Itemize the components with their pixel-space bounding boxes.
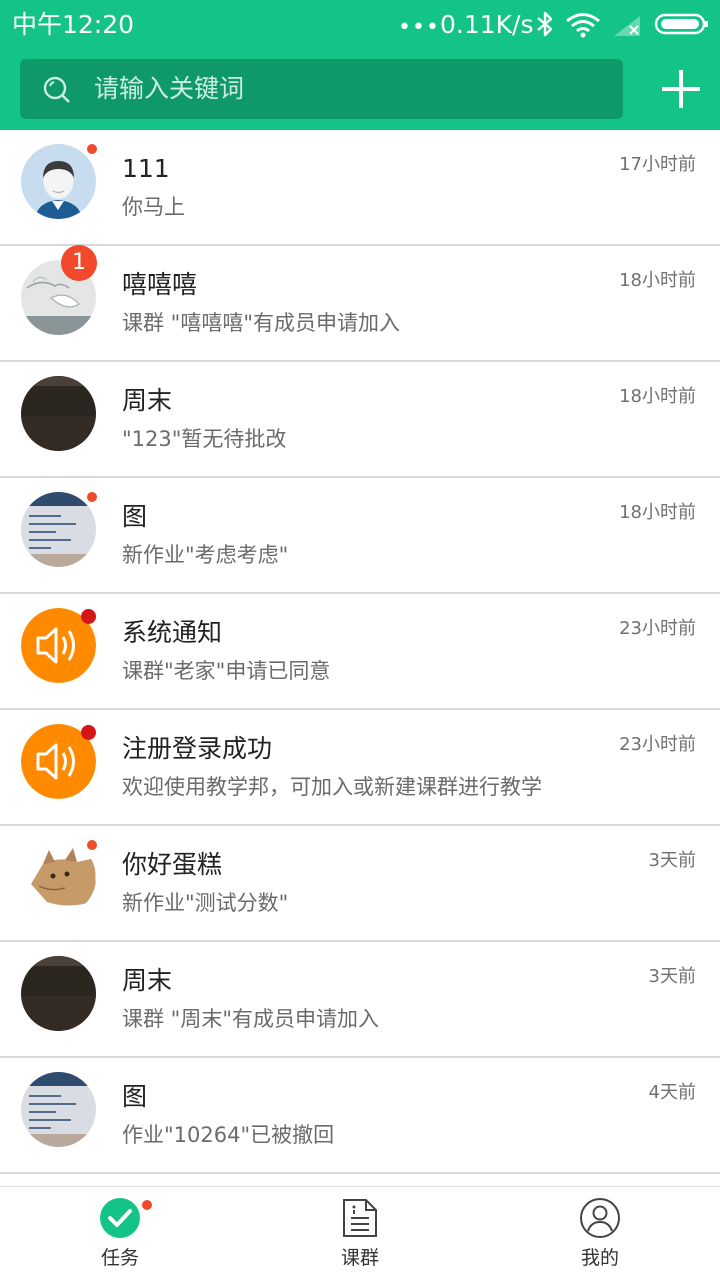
document-icon [343, 1199, 377, 1237]
user-circle-icon [580, 1198, 620, 1238]
conversation-preview: 欢迎使用教学邦，可加入或新建课群进行教学 [122, 775, 542, 799]
conversation-preview: 课群 "嘻嘻嘻"有成员申请加入 [122, 311, 400, 335]
search-input[interactable]: 请输入关键词 [20, 59, 623, 119]
conversation-time: 4天前 [648, 1082, 696, 1103]
app-header: 中午12:20 ••• 0.11K/s 请输入关键词 [0, 0, 720, 130]
unread-dot [87, 840, 97, 850]
bluetooth-icon [537, 11, 553, 37]
unread-dot [87, 144, 97, 154]
unread-count-badge: 1 [61, 245, 97, 281]
add-icon[interactable] [658, 66, 704, 112]
list-item[interactable]: 111 你马上 17小时前 [0, 130, 720, 246]
list-item[interactable]: 你好蛋糕 新作业"测试分数" 3天前 [0, 826, 720, 942]
tab-tasks[interactable]: 任务 [0, 1187, 240, 1280]
dark-photo-avatar [21, 956, 96, 1031]
conversation-preview: 作业"10264"已被撤回 [122, 1123, 335, 1147]
unread-dot [87, 492, 97, 502]
wifi-icon [566, 13, 600, 38]
conversation-preview: "123"暂无待批改 [122, 427, 287, 451]
tab-me[interactable]: 我的 [480, 1187, 720, 1280]
conversation-title: 111 [122, 154, 170, 183]
conversation-preview: 新作业"测试分数" [122, 891, 289, 915]
list-item[interactable]: 周末 "123"暂无待批改 18小时前 [0, 362, 720, 478]
conversation-title: 图 [122, 1082, 148, 1111]
tab-label: 我的 [580, 1247, 619, 1269]
search-icon [43, 76, 70, 103]
conversation-time: 3天前 [648, 966, 696, 987]
battery-icon [654, 13, 708, 35]
status-bar: 中午12:20 ••• 0.11K/s [0, 0, 720, 50]
dark-photo-avatar [21, 376, 96, 451]
search-placeholder: 请输入关键词 [94, 74, 245, 103]
cat-photo-avatar [21, 840, 96, 915]
conversation-title: 你好蛋糕 [122, 850, 223, 879]
conversation-time: 18小时前 [619, 270, 696, 291]
list-item[interactable]: 1 嘻嘻嘻 课群 "嘻嘻嘻"有成员申请加入 18小时前 [0, 245, 720, 362]
conversation-time: 23小时前 [619, 734, 696, 755]
person-avatar [21, 144, 96, 219]
bottom-tab-bar: 任务 课群 我的 [0, 1186, 720, 1280]
list-item[interactable]: 图 新作业"考虑考虑" 18小时前 [0, 478, 720, 594]
conversation-preview: 你马上 [122, 195, 185, 219]
tab-label: 任务 [100, 1247, 139, 1269]
unread-dot [142, 1200, 152, 1210]
list-item[interactable]: 周末 课群 "周末"有成员申请加入 3天前 [0, 942, 720, 1058]
check-circle-icon [100, 1198, 140, 1238]
unread-dot [81, 609, 96, 624]
conversation-title: 周末 [122, 386, 173, 415]
conversation-title: 嘻嘻嘻 [122, 270, 198, 299]
conversation-time: 18小时前 [619, 502, 696, 523]
conversation-preview: 课群"老家"申请已同意 [122, 659, 331, 683]
tab-label: 课群 [340, 1247, 379, 1269]
list-item[interactable]: 系统通知 课群"老家"申请已同意 23小时前 [0, 594, 720, 710]
list-item[interactable]: 图 作业"10264"已被撤回 4天前 [0, 1058, 720, 1174]
conversation-time: 17小时前 [619, 154, 696, 175]
conversation-title: 系统通知 [122, 618, 223, 647]
status-more-dots: ••• [398, 15, 440, 40]
screen-photo-avatar [21, 1072, 96, 1147]
screen-photo-avatar [21, 492, 96, 567]
conversation-time: 23小时前 [619, 618, 696, 639]
conversation-title: 周末 [122, 966, 173, 995]
conversation-preview: 新作业"考虑考虑" [122, 543, 289, 567]
conversation-time: 18小时前 [619, 386, 696, 407]
signal-icon [614, 16, 640, 36]
status-network-speed: 0.11K/s [440, 10, 534, 39]
conversation-time: 3天前 [648, 850, 696, 871]
list-item[interactable]: 注册登录成功 欢迎使用教学邦，可加入或新建课群进行教学 23小时前 [0, 710, 720, 826]
unread-dot [81, 725, 96, 740]
conversation-title: 注册登录成功 [122, 734, 273, 763]
tab-groups[interactable]: 课群 [240, 1187, 480, 1280]
conversation-title: 图 [122, 502, 148, 531]
conversation-preview: 课群 "周末"有成员申请加入 [122, 1007, 379, 1031]
status-time: 中午12:20 [12, 10, 135, 39]
